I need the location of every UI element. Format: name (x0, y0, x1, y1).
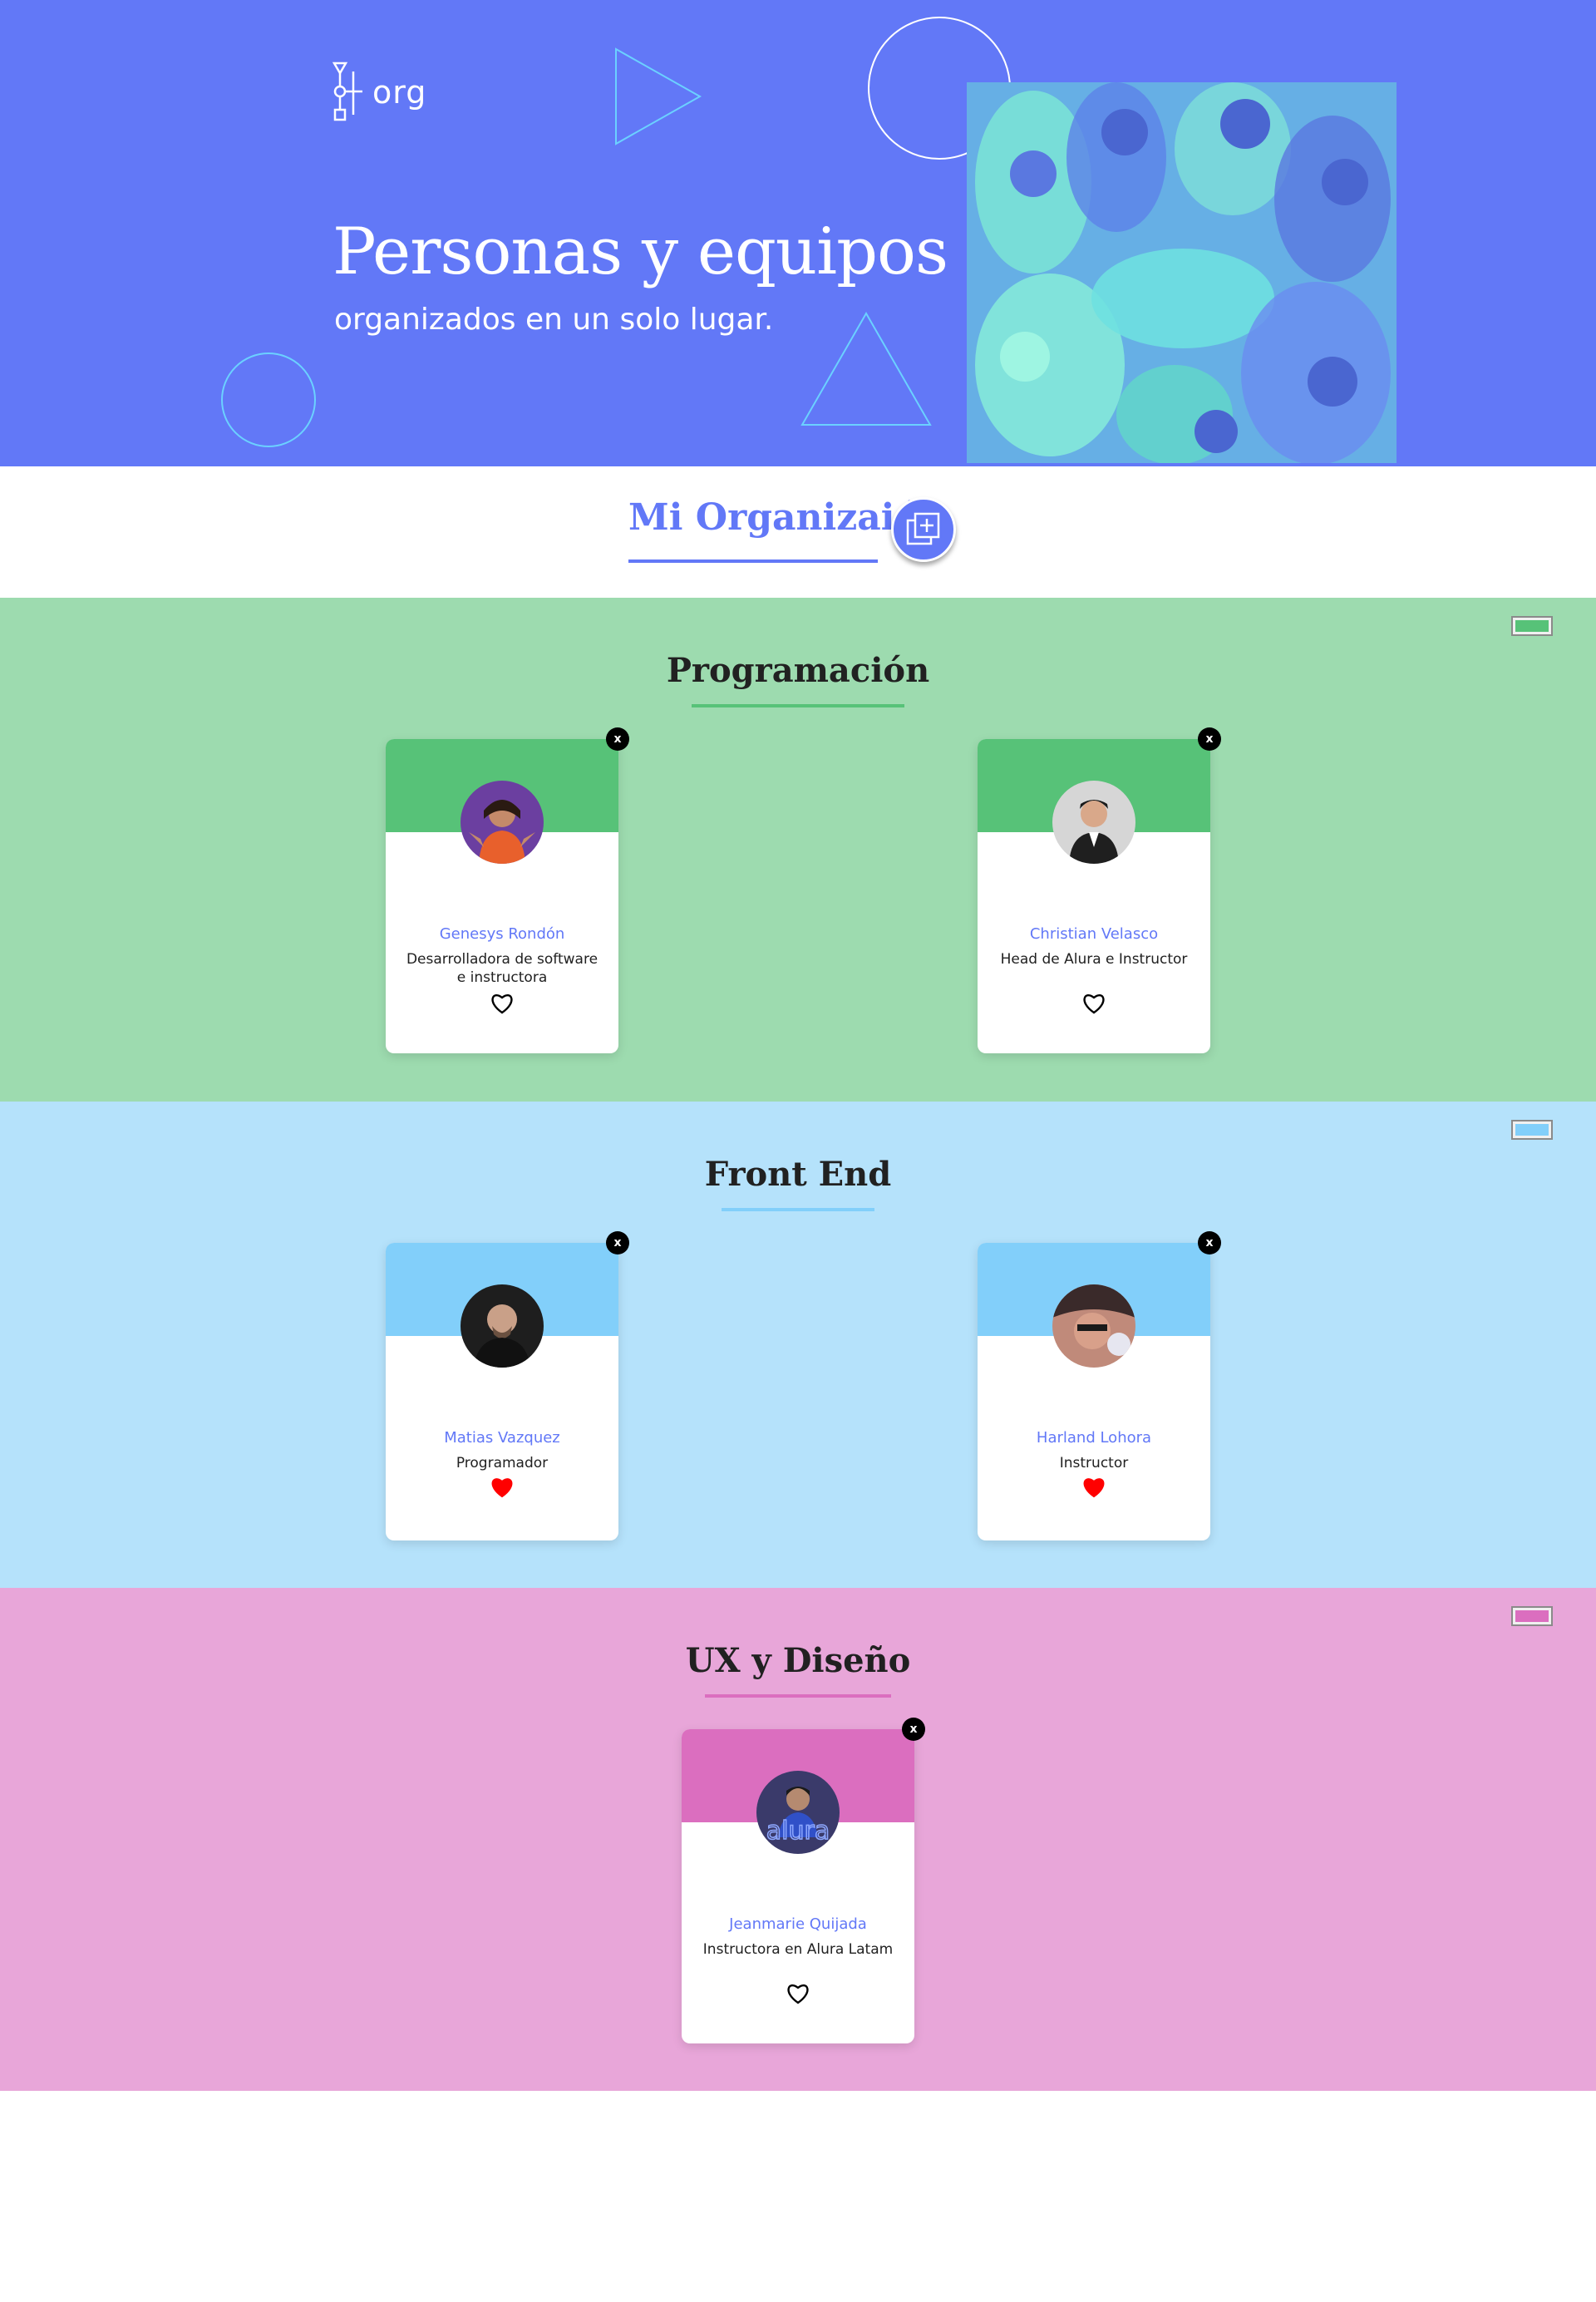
member-name: Jeanmarie Quijada (729, 1915, 867, 1933)
avatar (461, 781, 544, 864)
hero-subtitle: organizados en un solo lugar. (334, 303, 774, 337)
member-card: Christian Velasco Head de Alura e Instru… (978, 739, 1210, 1053)
delete-member-button[interactable]: x (1198, 727, 1221, 751)
add-team-button[interactable] (891, 497, 956, 562)
team-title: Front End (704, 1155, 892, 1194)
add-team-icon (906, 512, 940, 545)
heart-outline-icon[interactable] (786, 1982, 810, 2005)
member-card: Matias Vazquez Programador (386, 1243, 618, 1540)
team-color-picker[interactable] (1511, 1120, 1553, 1140)
triangle-outline-icon (615, 47, 702, 145)
member-card: Genesys Rondón Desarrolladora de softwar… (386, 739, 618, 1053)
delete-member-button[interactable]: x (1198, 1231, 1221, 1255)
team-title-underline (722, 1208, 874, 1211)
org-logo-icon (332, 62, 362, 121)
delete-member-button[interactable]: x (606, 1231, 629, 1255)
team-color-picker[interactable] (1511, 616, 1553, 636)
member-role: Instructor (1059, 1455, 1129, 1471)
team-title: Programación (666, 651, 930, 690)
avatar (461, 1284, 544, 1368)
team-section-front-end: Front End Matias Vazquez Programador x H… (0, 1102, 1596, 1588)
delete-member-button[interactable]: x (606, 727, 629, 751)
svg-text:alura: alura (766, 1816, 830, 1846)
heart-filled-icon[interactable] (1081, 1476, 1106, 1499)
team-title-underline (705, 1694, 891, 1698)
member-card: Harland Lohora Instructor (978, 1243, 1210, 1540)
team-section-programacion: Programación Genesys Rondón Desarrollado… (0, 598, 1596, 1102)
team-title: UX y Diseño (685, 1641, 911, 1680)
hero-title: Personas y equipos (332, 214, 948, 289)
organization-section: Mi Organizaión (0, 466, 1596, 598)
heart-outline-icon[interactable] (490, 992, 515, 1015)
member-role: Head de Alura e Instructor (1000, 951, 1188, 968)
color-swatch (1515, 1124, 1549, 1136)
team-color-picker[interactable] (1511, 1606, 1553, 1626)
team-photo (967, 82, 1396, 463)
member-card: alura Jeanmarie Quijada Instructora en A… (682, 1729, 914, 2043)
member-role: Programador (456, 1455, 549, 1471)
member-role: Instructora en Alura Latam (702, 1941, 894, 1958)
team-title-underline (692, 704, 904, 707)
delete-member-button[interactable]: x (902, 1718, 925, 1741)
avatar (1052, 1284, 1135, 1368)
avatar: alura (756, 1771, 840, 1854)
color-swatch (1515, 1610, 1549, 1622)
avatar (1052, 781, 1135, 864)
heart-filled-icon[interactable] (490, 1476, 515, 1499)
circle-outline-teal-icon (221, 352, 316, 447)
color-swatch (1515, 620, 1549, 632)
heart-outline-icon[interactable] (1081, 992, 1106, 1015)
member-role: Desarrolladora de software e instructora (406, 951, 598, 986)
logo-text: org (372, 74, 427, 111)
member-name: Genesys Rondón (439, 925, 565, 943)
member-name: Matias Vazquez (444, 1429, 560, 1447)
organization-title-underline (628, 559, 878, 563)
team-section-ux-diseno: UX y Diseño alura Jeanmarie Quijada Inst… (0, 1588, 1596, 2091)
logo: org (332, 62, 426, 123)
hero-banner: org Personas y equipos organizados en un… (0, 0, 1596, 466)
member-name: Harland Lohora (1036, 1429, 1152, 1447)
triangle-outline-up-icon (800, 311, 932, 426)
member-name: Christian Velasco (1029, 925, 1159, 943)
